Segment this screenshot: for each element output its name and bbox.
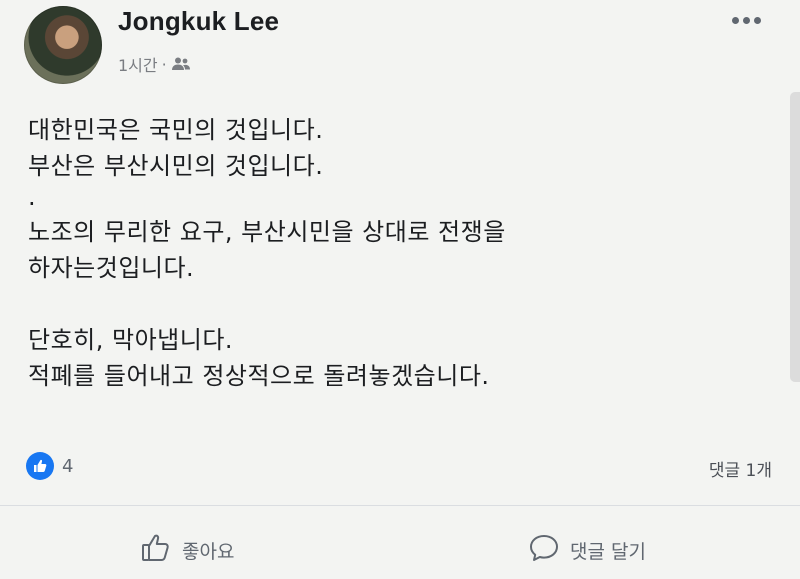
comment-bubble-icon xyxy=(528,532,560,569)
more-options-icon[interactable] xyxy=(732,14,766,26)
facebook-post: Jongkuk Lee 1시간 · 대한민국은 국민의 것입니다. 부산은 부산… xyxy=(0,0,800,579)
meta-separator: · xyxy=(161,54,167,74)
comment-count[interactable]: 댓글 1개 xyxy=(709,456,772,481)
post-line: 대한민국은 국민의 것입니다. xyxy=(28,116,324,144)
comment-button[interactable]: 댓글 달기 xyxy=(528,532,646,569)
like-button[interactable]: 좋아요 xyxy=(140,532,234,569)
post-line: . xyxy=(28,183,37,211)
post-line: 부산은 부산시민의 것입니다. xyxy=(28,152,324,180)
post-body: 대한민국은 국민의 것입니다. 부산은 부산시민의 것입니다. . 노조의 무리… xyxy=(28,112,768,394)
comment-label: 댓글 달기 xyxy=(570,541,646,563)
like-badge-icon xyxy=(26,452,54,480)
post-line: 하자는것입니다. xyxy=(28,254,195,282)
reaction-summary[interactable]: 4 xyxy=(26,452,73,480)
author-name[interactable]: Jongkuk Lee xyxy=(118,6,279,37)
friends-icon xyxy=(171,56,191,72)
divider xyxy=(0,505,800,506)
post-line: 적폐를 들어내고 정상적으로 돌려놓겠습니다. xyxy=(28,362,490,390)
post-meta: 1시간 · xyxy=(118,52,191,76)
thumbs-up-icon xyxy=(140,532,172,569)
post-line xyxy=(28,286,768,322)
post-line: 단호히, 막아냅니다. xyxy=(28,326,234,354)
post-time[interactable]: 1시간 xyxy=(118,52,158,76)
post-line: 노조의 무리한 요구, 부산시민을 상대로 전쟁을 xyxy=(28,218,506,246)
like-label: 좋아요 xyxy=(182,541,235,563)
reaction-count: 4 xyxy=(62,455,74,477)
scrollbar[interactable] xyxy=(790,92,800,382)
avatar[interactable] xyxy=(24,6,102,84)
